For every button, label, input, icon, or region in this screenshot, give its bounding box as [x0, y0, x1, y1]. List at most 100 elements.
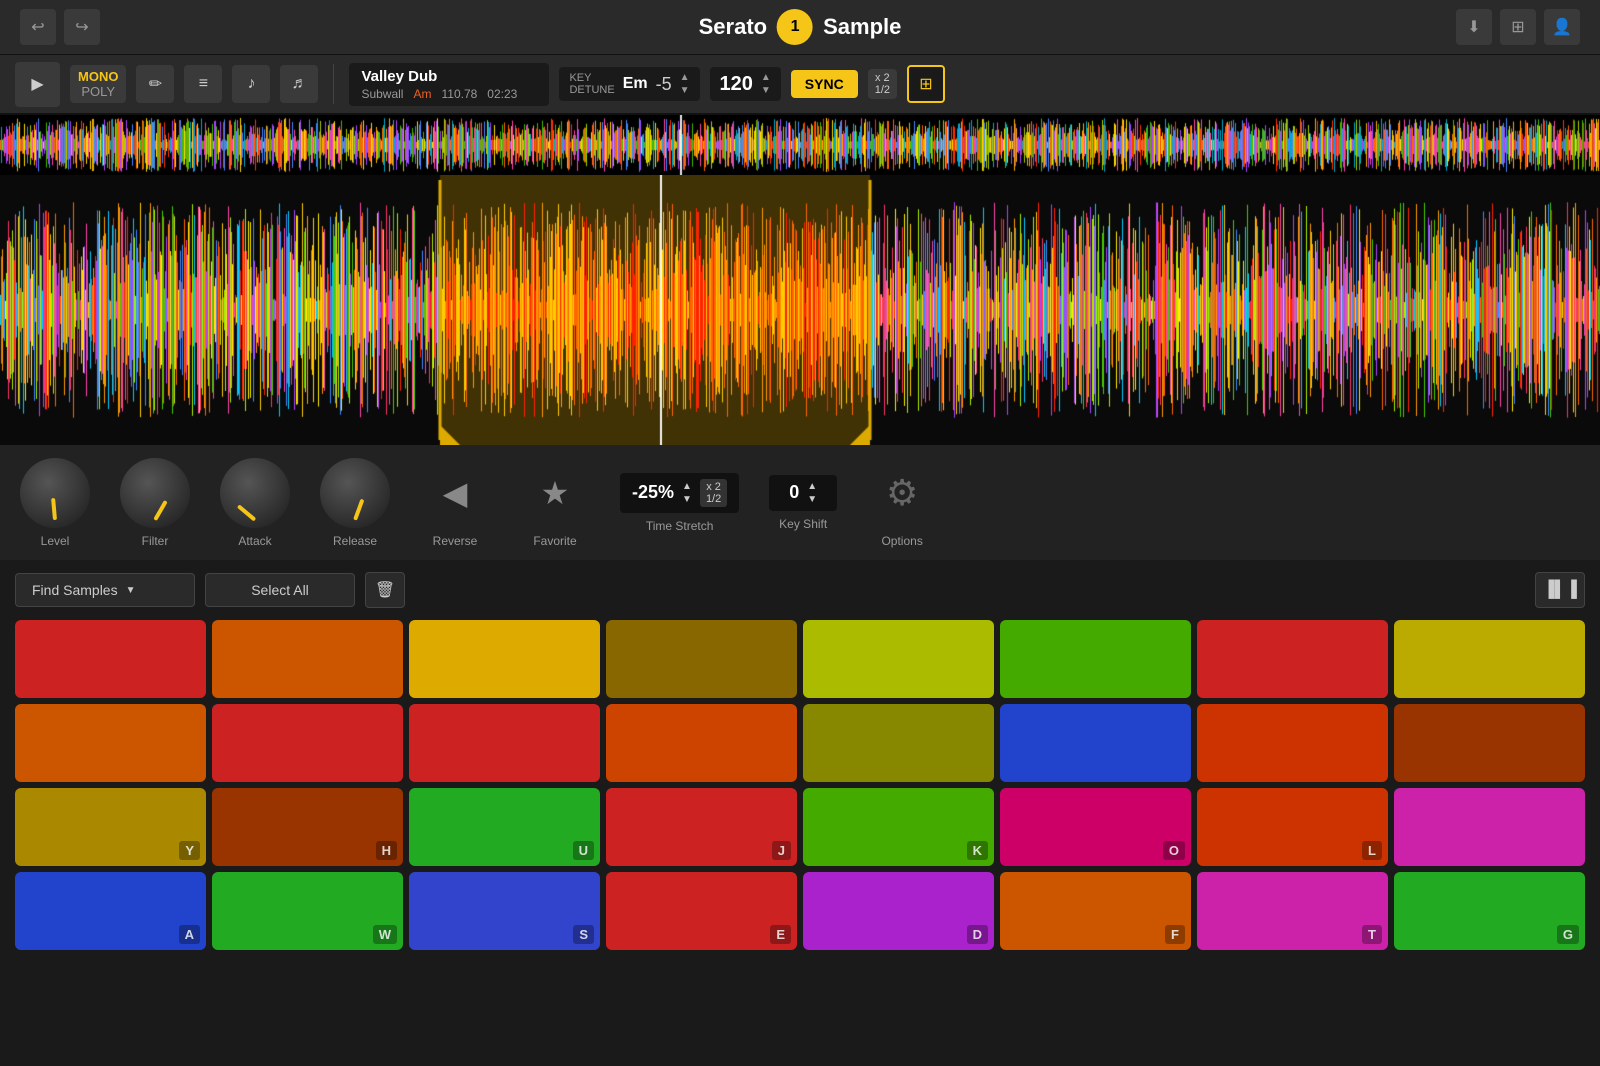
settings-button[interactable]: ⊞	[1500, 9, 1536, 45]
pad-r4-c1[interactable]: A	[15, 872, 206, 950]
pad-r4-c5[interactable]: D	[803, 872, 994, 950]
pad-r2-c3[interactable]	[409, 704, 600, 782]
pad-r1-c2[interactable]	[212, 620, 403, 698]
key-down-arrow[interactable]: ▼	[680, 85, 690, 96]
waveform-main[interactable]	[0, 175, 1600, 445]
pad-r2-c1[interactable]	[15, 704, 206, 782]
pad-r2-c7[interactable]	[1197, 704, 1388, 782]
guitar-tool[interactable]: ♪	[232, 65, 270, 103]
key-up-arrow[interactable]: ▲	[680, 72, 690, 83]
pad-r3-c8[interactable]	[1394, 788, 1585, 866]
serato-text: Serato	[699, 14, 767, 40]
key-shift-up[interactable]: ▲	[807, 481, 817, 492]
x2-button[interactable]: x 2 1/2	[868, 69, 897, 99]
options-button[interactable]: ⚙ Options	[867, 458, 937, 548]
time-stretch-multiplier[interactable]: x 2 1/2	[700, 479, 727, 507]
pad-r2-c8[interactable]	[1394, 704, 1585, 782]
download-button[interactable]: ⬇	[1456, 9, 1492, 45]
link-button[interactable]: ⊞	[907, 65, 945, 103]
sample-browser: Find Samples ▼ Select All 🗑 ▐▌▐ Y HUJKOL A…	[0, 560, 1600, 962]
pad-r3-c6[interactable]: O	[1000, 788, 1191, 866]
key-section: KEY DETUNE Em -5 ▲ ▼	[559, 67, 699, 101]
pad-r2-c6[interactable]	[1000, 704, 1191, 782]
select-all-button[interactable]: Select All	[205, 573, 355, 607]
headphone-tool[interactable]: ♬	[280, 65, 318, 103]
attack-knob[interactable]	[220, 458, 290, 528]
main-wave-canvas	[0, 175, 1600, 445]
pad-r4-c8[interactable]: G	[1394, 872, 1585, 950]
pad-key-r4-c8: G	[1557, 925, 1579, 944]
bpm-arrows[interactable]: ▲ ▼	[761, 72, 771, 96]
pencil-tool[interactable]: ✏	[136, 65, 174, 103]
reverse-button[interactable]: ◀ Reverse	[420, 458, 490, 548]
favorite-button[interactable]: ★ Favorite	[520, 458, 590, 548]
pad-r1-c1[interactable]	[15, 620, 206, 698]
pad-r1-c6[interactable]	[1000, 620, 1191, 698]
pad-r1-c7[interactable]	[1197, 620, 1388, 698]
time-stretch-down[interactable]: ▼	[682, 494, 692, 505]
level-label: Level	[41, 534, 70, 548]
redo-button[interactable]: ↪	[64, 9, 100, 45]
pad-key-r4-c3: S	[573, 925, 594, 944]
pad-r3-c1[interactable]: Y	[15, 788, 206, 866]
time-stretch-section: -25% ▲ ▼ x 2 1/2 Time Stretch	[620, 473, 739, 533]
pad-r3-c7[interactable]: L	[1197, 788, 1388, 866]
bpm-up-arrow[interactable]: ▲	[761, 72, 771, 83]
attack-knob-group: Attack	[220, 458, 290, 548]
filter-knob-group: Filter	[120, 458, 190, 548]
pad-r3-c3[interactable]: U	[409, 788, 600, 866]
pad-r1-c8[interactable]	[1394, 620, 1585, 698]
pad-r4-c7[interactable]: T	[1197, 872, 1388, 950]
time-stretch-display: -25% ▲ ▼ x 2 1/2	[620, 473, 739, 513]
waveform-overview[interactable]	[0, 115, 1600, 175]
pad-key-r3-c2: H	[376, 841, 397, 860]
key-label: KEY	[569, 72, 614, 84]
bpm-down-arrow[interactable]: ▼	[761, 85, 771, 96]
options-label: Options	[881, 534, 922, 548]
level-knob-group: Level	[20, 458, 90, 548]
pad-r2-c2[interactable]	[212, 704, 403, 782]
pad-r4-c3[interactable]: S	[409, 872, 600, 950]
filter-knob[interactable]	[120, 458, 190, 528]
eq-tool[interactable]: ≡	[184, 65, 222, 103]
title-bar: ↩ ↪ Serato 1 Sample ⬇ ⊞ 👤	[0, 0, 1600, 55]
key-value: Em	[623, 75, 648, 93]
pad-r1-c3[interactable]	[409, 620, 600, 698]
poly-label: POLY	[81, 84, 115, 99]
pad-r4-c6[interactable]: F	[1000, 872, 1191, 950]
key-label-group: KEY DETUNE	[569, 72, 614, 96]
mono-poly-toggle[interactable]: MONO POLY	[70, 65, 126, 103]
view-button[interactable]: ▐▌▐	[1535, 572, 1585, 608]
time-stretch-half: 1/2	[706, 493, 721, 505]
key-shift-arrows[interactable]: ▲ ▼	[807, 481, 817, 505]
pad-r3-c5[interactable]: K	[803, 788, 994, 866]
pad-r4-c2[interactable]: W	[212, 872, 403, 950]
key-arrows[interactable]: ▲ ▼	[680, 72, 690, 96]
select-all-label: Select All	[251, 582, 309, 598]
level-knob[interactable]	[20, 458, 90, 528]
undo-button[interactable]: ↩	[20, 9, 56, 45]
key-shift-section: 0 ▲ ▼ Key Shift	[769, 475, 837, 531]
pad-key-r4-c4: E	[770, 925, 791, 944]
pad-r2-c4[interactable]	[606, 704, 797, 782]
time-stretch-arrows[interactable]: ▲ ▼	[682, 481, 692, 505]
delete-button[interactable]: 🗑	[365, 572, 405, 608]
play-button[interactable]	[15, 62, 60, 107]
title-bar-left: ↩ ↪	[20, 9, 100, 45]
pad-r3-c4[interactable]: J	[606, 788, 797, 866]
time-stretch-up[interactable]: ▲	[682, 481, 692, 492]
browser-toolbar: Find Samples ▼ Select All 🗑 ▐▌▐	[15, 572, 1585, 608]
x2-top: x 2	[875, 72, 890, 84]
find-samples-button[interactable]: Find Samples ▼	[15, 573, 195, 607]
user-button[interactable]: 👤	[1544, 9, 1580, 45]
pad-key-r4-c6: F	[1165, 925, 1185, 944]
pad-r4-c4[interactable]: E	[606, 872, 797, 950]
key-shift-down[interactable]: ▼	[807, 494, 817, 505]
release-knob[interactable]	[320, 458, 390, 528]
pad-key-r4-c7: T	[1362, 925, 1382, 944]
pad-r1-c4[interactable]	[606, 620, 797, 698]
sync-button[interactable]: SYNC	[791, 70, 858, 98]
pad-r1-c5[interactable]	[803, 620, 994, 698]
pad-r3-c2[interactable]: H	[212, 788, 403, 866]
pad-r2-c5[interactable]	[803, 704, 994, 782]
